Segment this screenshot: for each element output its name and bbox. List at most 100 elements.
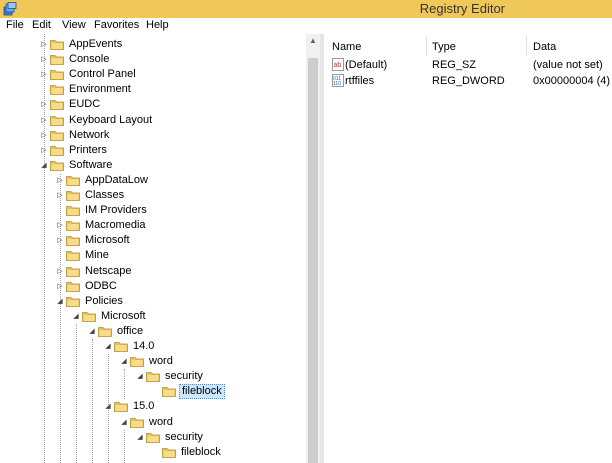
column-header-type[interactable]: Type [432,38,456,56]
tree-node-label[interactable]: Microsoft [83,233,132,248]
tree-node[interactable]: ◢ Software [0,158,306,173]
expand-arrow-icon[interactable]: ▷ [56,188,64,203]
expand-arrow-icon[interactable]: ▷ [40,128,48,143]
tree-node[interactable]: ▷ Printers [0,143,306,158]
expand-arrow-icon[interactable]: ▷ [56,233,64,248]
tree-node-label[interactable]: Control Panel [67,67,138,82]
tree-node-label[interactable]: word [147,354,175,369]
expand-arrow-icon[interactable]: ▷ [40,67,48,82]
scroll-up-arrow-icon[interactable]: ▲ [306,34,320,48]
expand-arrow-icon[interactable]: ▷ [56,173,64,188]
tree-node[interactable]: Environment [0,82,306,97]
value-row[interactable]: 011 110 rtffiles REG_DWORD 0x00000004 (4… [324,73,612,89]
expand-arrow-icon[interactable]: ▷ [56,279,64,294]
expand-arrow-icon[interactable]: ▷ [40,143,48,158]
menu-view[interactable]: View [62,19,86,31]
tree-node[interactable]: fileblock [0,384,306,400]
collapse-arrow-icon[interactable]: ◢ [136,369,144,384]
tree-node-label[interactable]: Environment [67,82,133,97]
collapse-arrow-icon[interactable]: ◢ [120,415,128,430]
menu-edit[interactable]: Edit [32,19,51,31]
tree-node-label[interactable]: fileblock [179,445,223,460]
tree-node[interactable]: ▷ Classes [0,188,306,203]
tree-node-label[interactable]: AppEvents [67,37,124,52]
tree-node[interactable]: ▷ ODBC [0,279,306,294]
tree-node[interactable]: ▷ Macromedia [0,218,306,233]
scrollbar-thumb[interactable] [308,58,318,463]
tree-node-label[interactable]: 14.0 [131,339,156,354]
tree-node[interactable]: ◢ office [0,324,306,339]
collapse-arrow-icon[interactable]: ◢ [56,294,64,309]
column-header-name[interactable]: Name [332,38,361,56]
tree-node-label[interactable]: security [163,430,205,445]
folder-icon [114,402,128,413]
tree-node-label[interactable]: office [115,324,145,339]
collapse-arrow-icon[interactable]: ◢ [40,158,48,173]
tree-node[interactable]: ▷ Control Panel [0,67,306,82]
tree-node-label[interactable]: Mine [83,248,111,263]
expand-arrow-icon[interactable]: ▷ [40,113,48,128]
tree-node[interactable]: ◢ security [0,369,306,384]
tree-node-label[interactable]: Microsoft [99,309,148,324]
menu-favorites[interactable]: Favorites [94,19,139,31]
expand-arrow-icon[interactable]: ▷ [40,97,48,112]
tree-node-label[interactable]: Network [67,128,111,143]
collapse-arrow-icon[interactable]: ◢ [120,354,128,369]
tree-node[interactable]: ▷ Console [0,52,306,67]
tree-node[interactable]: ◢ 14.0 [0,339,306,354]
tree-node-label[interactable]: word [147,415,175,430]
folder-icon [66,175,80,186]
tree-node-label[interactable]: EUDC [67,97,102,112]
column-header-data[interactable]: Data [533,38,556,56]
tree-node-label[interactable]: Printers [67,143,109,158]
tree-node[interactable]: ▷ AppEvents [0,37,306,52]
tree-node-label[interactable]: Keyboard Layout [67,113,154,128]
expand-arrow-icon[interactable]: ▷ [56,264,64,279]
tree-node-label[interactable]: ODBC [83,279,119,294]
column-divider[interactable] [426,36,427,56]
tree-node[interactable]: ▷ Keyboard Layout [0,113,306,128]
tree-node-label[interactable]: security [163,369,205,384]
tree-node-label[interactable]: 15.0 [131,399,156,414]
tree-node-label[interactable]: Policies [83,294,125,309]
tree-node[interactable]: IM Providers [0,203,306,218]
folder-icon [82,311,96,322]
tree-node[interactable]: ◢ word [0,415,306,430]
menu-file[interactable]: File [6,19,24,31]
collapse-arrow-icon[interactable]: ◢ [104,339,112,354]
collapse-arrow-icon[interactable]: ◢ [72,309,80,324]
tree-node[interactable]: ▷ Microsoft [0,233,306,248]
expand-arrow-icon[interactable]: ▷ [40,52,48,67]
tree-node-label[interactable]: Console [67,52,111,67]
tree-node[interactable]: ◢ word [0,354,306,369]
value-row[interactable]: ab (Default) REG_SZ (value not set) [324,57,612,73]
expand-arrow-icon[interactable]: ▷ [56,218,64,233]
tree-node[interactable]: Mine [0,248,306,263]
menu-help[interactable]: Help [146,19,169,31]
tree-node[interactable]: ◢ security [0,430,306,445]
tree-node[interactable]: ▷ Network [0,128,306,143]
registry-tree[interactable]: ▷ AppEvents ▷ Console ▷ Control Panel Environm… [0,34,320,463]
tree-node-label[interactable]: AppDataLow [83,173,150,188]
tree-node-label[interactable]: Netscape [83,264,133,279]
tree-node[interactable]: ◢ 15.0 [0,399,306,414]
tree-node-label[interactable]: fileblock [179,384,225,400]
tree-node[interactable]: ▷ AppDataLow [0,173,306,188]
tree-node[interactable]: ◢ Microsoft [0,309,306,324]
tree-node[interactable]: fileblock [0,445,306,460]
title-bar[interactable]: Registry Editor [0,0,612,18]
tree-node[interactable]: ▷ EUDC [0,97,306,112]
collapse-arrow-icon[interactable]: ◢ [88,324,96,339]
values-list[interactable]: Name Type Data ab (Default) REG_SZ (valu… [324,34,612,463]
tree-scrollbar[interactable]: ▲ [306,34,320,463]
tree-node-label[interactable]: Software [67,158,114,173]
tree-node-label[interactable]: IM Providers [83,203,149,218]
column-divider[interactable] [526,36,527,56]
tree-node[interactable]: ▷ Netscape [0,264,306,279]
collapse-arrow-icon[interactable]: ◢ [104,399,112,414]
tree-node[interactable]: ◢ Policies [0,294,306,309]
collapse-arrow-icon[interactable]: ◢ [136,430,144,445]
expand-arrow-icon[interactable]: ▷ [40,37,48,52]
tree-node-label[interactable]: Classes [83,188,126,203]
tree-node-label[interactable]: Macromedia [83,218,148,233]
